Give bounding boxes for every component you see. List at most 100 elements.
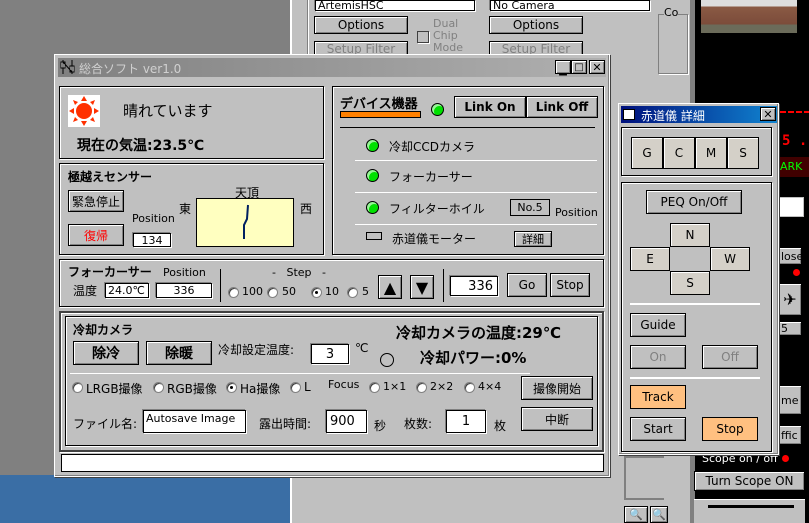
mount-window-title: 赤道儀 詳細 [641, 109, 705, 123]
east-button[interactable]: E [630, 247, 670, 271]
cool-button[interactable]: 除冷 [73, 341, 139, 365]
speed-move-button[interactable]: M [695, 137, 727, 169]
dual-chip-checkbox[interactable] [417, 31, 429, 43]
start-button[interactable]: Start [630, 417, 686, 441]
mount-window-titlebar[interactable]: 赤道儀 詳細 ✕ [621, 106, 777, 123]
magnifier-icon: 🔍 [629, 508, 643, 521]
track-button[interactable]: Track [630, 385, 686, 409]
start-capture-button[interactable]: 撮像開始 [521, 376, 593, 400]
set-temp-unit: ℃ [355, 341, 369, 355]
traffic-button-partial[interactable]: ffic [778, 425, 802, 445]
camera1-name-field[interactable]: ArtemisHSC [315, 0, 475, 12]
mount-window: 赤道儀 詳細 ✕ G C M S PEQ On/Off N E W S Guid… [618, 103, 779, 455]
peq-button[interactable]: PEQ On/Off [646, 190, 742, 214]
minimize-button[interactable]: ▁ [555, 60, 571, 76]
filename-input[interactable]: Autosave Image [143, 410, 246, 433]
main-window-title: 総合ソフト ver1.0 [79, 62, 182, 76]
speed-guide-button[interactable]: G [631, 137, 663, 169]
red-dash-line [780, 111, 809, 113]
cooling-status-indicator [380, 353, 394, 367]
focuser-panel: フォーカーサー 温度 24.0℃ Position 336 - Step - 1… [59, 259, 604, 307]
step-10-radio[interactable] [311, 287, 322, 298]
bin-4x4-radio[interactable] [464, 382, 475, 393]
abort-button[interactable]: 中断 [521, 407, 593, 431]
south-button[interactable]: S [670, 271, 710, 295]
focus-up-button[interactable]: ▲ [378, 275, 402, 299]
weather-panel: 晴れています 現在の気温:23.5℃ [59, 86, 324, 159]
cooling-camera-panel: 冷却カメラ 除冷 除暖 冷却設定温度: 3 ℃ 冷却カメラの温度:29℃ 冷却パ… [59, 311, 604, 452]
count-input[interactable]: 1 [446, 410, 486, 433]
set-temp-input[interactable]: 3 [311, 344, 349, 364]
close-button-partial[interactable]: lose [778, 247, 803, 265]
main-window-titlebar[interactable]: 総合ソフト ver1.0 ▁ □ ✕ [58, 58, 606, 77]
mount-close-button[interactable]: ✕ [760, 107, 776, 121]
background-app-divider [307, 0, 309, 60]
device-divider-3 [355, 224, 597, 225]
speed-center-button[interactable]: C [663, 137, 695, 169]
exposure-input[interactable]: 900 [326, 410, 367, 433]
bin-2x2-radio[interactable] [416, 382, 427, 393]
scope-slider[interactable] [694, 499, 805, 523]
filter-wheel-label: フィルターホイル [389, 202, 485, 216]
weather-status: 晴れています [123, 102, 213, 120]
minimize-icon: ▁ [559, 64, 567, 76]
north-button[interactable]: N [670, 223, 710, 247]
background-input-box[interactable] [778, 197, 804, 217]
device-divider-2 [355, 192, 597, 193]
stop-button[interactable]: Stop [702, 417, 758, 441]
devices-divider [340, 127, 595, 128]
devices-panel: デバイス機器 Link On Link Off 冷却CCDカメラ フォーカーサー… [332, 86, 604, 255]
close-button[interactable]: ✕ [589, 60, 605, 74]
west-button[interactable]: W [710, 247, 750, 271]
camera2-name-field[interactable]: No Camera [490, 0, 650, 12]
preview-box [624, 456, 664, 500]
focuser-position-field: 336 [156, 283, 212, 298]
emergency-stop-button[interactable]: 緊急停止 [68, 190, 124, 212]
observatory-photo [701, 0, 797, 33]
turn-scope-on-button[interactable]: Turn Scope ON [694, 471, 805, 491]
step-50-radio[interactable] [267, 287, 278, 298]
mode-lrgb-radio[interactable] [72, 382, 83, 393]
mount-motor-label: 赤道儀モーター [392, 232, 477, 246]
exposure-label: 露出時間: [259, 417, 312, 431]
camera-title: 冷却カメラ [73, 323, 134, 337]
set-temp-label: 冷却設定温度: [218, 343, 295, 357]
link-on-button[interactable]: Link On [454, 96, 526, 118]
telescope-angle-display [196, 198, 294, 247]
step-5-radio[interactable] [347, 287, 358, 298]
camera2-options-button[interactable]: Options [489, 16, 583, 34]
focuser-target-input[interactable]: 336 [450, 276, 498, 296]
mount-detail-button[interactable]: 詳細 [514, 231, 552, 247]
limit-sensor-title: 極越えセンサー [68, 170, 153, 184]
step-100-radio[interactable] [228, 287, 239, 298]
focus-down-button[interactable]: ▼ [410, 275, 434, 299]
zoom-out-button[interactable]: 🔍 [650, 506, 668, 523]
mode-ha-radio[interactable] [226, 382, 237, 393]
home-button-partial[interactable]: me [778, 385, 802, 415]
step-100-label: 100 [242, 285, 263, 298]
east-label: 東 [179, 202, 192, 216]
mode-ha-label: Ha撮像 [240, 382, 281, 396]
reset-button[interactable]: 復帰 [68, 224, 124, 246]
focuser-go-button[interactable]: Go [507, 273, 547, 297]
warm-button[interactable]: 除暖 [146, 341, 212, 365]
mode-rgb-radio[interactable] [153, 382, 164, 393]
focuser-stop-button[interactable]: Stop [550, 273, 590, 297]
background-group-box [658, 14, 688, 74]
guide-button[interactable]: Guide [630, 313, 686, 337]
device-divider-1 [355, 160, 597, 161]
camera1-options-button[interactable]: Options [314, 16, 408, 34]
maximize-icon: □ [574, 61, 584, 73]
mode-l-radio[interactable] [290, 382, 301, 393]
bin-1x1-radio[interactable] [369, 382, 380, 393]
sun-icon [68, 95, 100, 127]
speed-slew-button[interactable]: S [727, 137, 759, 169]
maximize-button[interactable]: □ [571, 60, 587, 74]
airplane-button[interactable]: ✈ [778, 283, 802, 316]
ccd-camera-led [366, 139, 379, 152]
scope-status-dot [782, 455, 789, 462]
zoom-in-button[interactable]: 🔍 [624, 506, 648, 523]
link-off-button[interactable]: Link Off [526, 96, 598, 118]
focuser-label: フォーカーサー [389, 170, 473, 184]
app-icon [60, 60, 76, 75]
